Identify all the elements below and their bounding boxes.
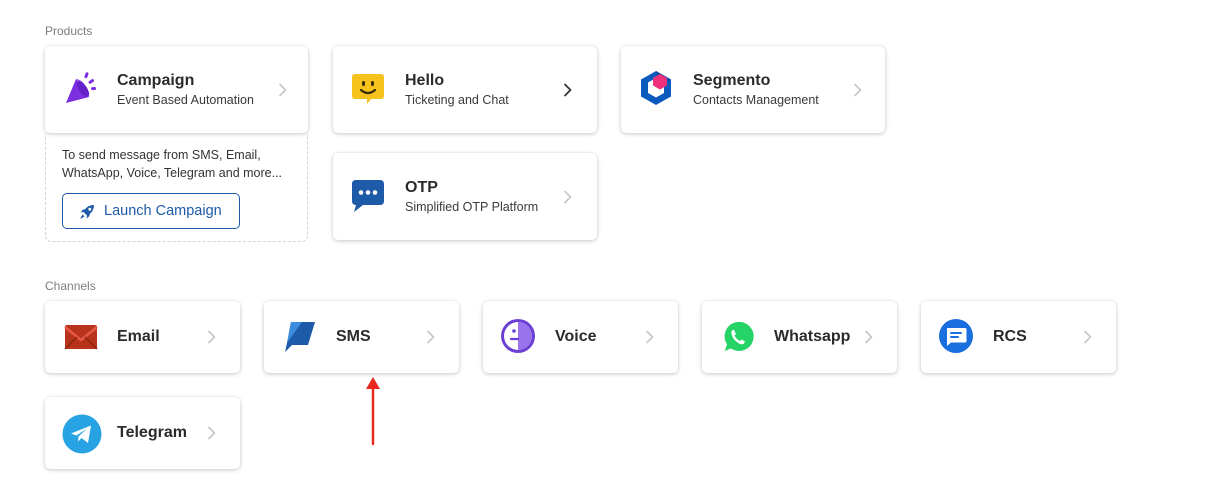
segmento-title: Segmento: [693, 72, 771, 89]
chevron-right-icon: [564, 190, 572, 204]
chevron-right-icon: [279, 83, 287, 97]
email-title: Email: [117, 328, 160, 345]
telegram-icon: [62, 414, 102, 454]
telegram-title: Telegram: [117, 424, 187, 441]
megaphone-icon: [66, 72, 97, 103]
hello-subtitle: Ticketing and Chat: [405, 93, 509, 107]
envelope-icon: [64, 325, 98, 350]
annotation-arrow: [366, 377, 380, 446]
rocket-icon: [80, 205, 94, 219]
otp-card[interactable]: OTP Simplified OTP Platform: [333, 153, 597, 240]
campaign-launch-panel: To send message from SMS, Email, WhatsAp…: [45, 134, 308, 242]
otp-title: OTP: [405, 179, 438, 196]
segmento-card[interactable]: Segmento Contacts Management: [621, 46, 885, 133]
hello-title: Hello: [405, 72, 445, 89]
channel-card-rcs[interactable]: RCS: [921, 301, 1116, 373]
channels-section-title: Channels: [45, 279, 96, 293]
chat-dots-icon: [352, 180, 384, 212]
launch-campaign-button[interactable]: Launch Campaign: [62, 193, 240, 229]
rcs-title: RCS: [993, 328, 1027, 345]
chevron-right-icon: [646, 330, 654, 344]
campaign-subtitle: Event Based Automation: [117, 93, 254, 107]
voice-title: Voice: [555, 328, 597, 345]
channel-card-sms[interactable]: SMS: [264, 301, 459, 373]
chevron-right-icon: [854, 83, 862, 97]
voice-face-icon: [501, 319, 535, 353]
whatsapp-title: Whatsapp: [774, 328, 851, 345]
hello-card[interactable]: Hello Ticketing and Chat: [333, 46, 597, 133]
campaign-description: To send message from SMS, Email, WhatsAp…: [62, 148, 283, 180]
chevron-right-icon: [1084, 330, 1092, 344]
segmento-subtitle: Contacts Management: [693, 93, 819, 107]
sms-bubble-icon: [285, 322, 315, 352]
chevron-right-icon: [865, 330, 873, 344]
channel-card-telegram[interactable]: Telegram: [45, 397, 240, 469]
smiley-chat-icon: [352, 74, 384, 104]
sms-title: SMS: [336, 328, 371, 345]
otp-subtitle: Simplified OTP Platform: [405, 200, 539, 214]
chevron-right-icon: [564, 83, 572, 97]
channel-card-voice[interactable]: Voice: [483, 301, 678, 373]
campaign-title: Campaign: [117, 72, 195, 89]
chevron-right-icon: [208, 330, 216, 344]
rcs-message-icon: [939, 319, 973, 353]
chevron-right-icon: [208, 426, 216, 440]
products-channels-page: Products Campaign Event Based Automation…: [0, 0, 1214, 487]
hexagon-cube-icon: [641, 71, 671, 105]
campaign-card[interactable]: Campaign Event Based Automation: [45, 46, 308, 133]
launch-campaign-label: Launch Campaign: [104, 203, 222, 219]
whatsapp-icon: [723, 320, 755, 353]
products-section-title: Products: [45, 24, 93, 38]
chevron-right-icon: [427, 330, 435, 344]
channel-card-whatsapp[interactable]: Whatsapp: [702, 301, 897, 373]
channel-card-email[interactable]: Email: [45, 301, 240, 373]
